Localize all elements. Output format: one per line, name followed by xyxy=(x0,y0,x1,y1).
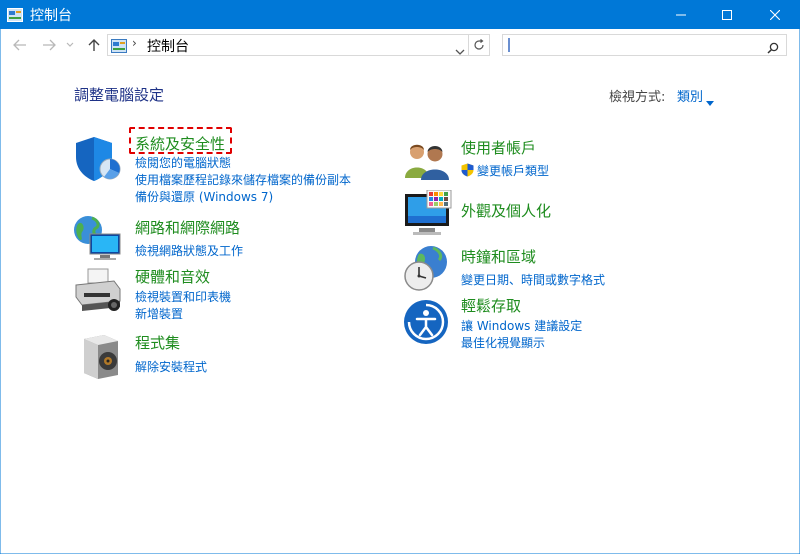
category-network-internet[interactable]: 網路和網際網路 xyxy=(135,217,240,238)
address-bar[interactable]: › 控制台 xyxy=(107,34,469,56)
window-title: 控制台 xyxy=(30,8,72,24)
search-icon[interactable] xyxy=(767,39,779,58)
maximize-button[interactable] xyxy=(704,0,750,29)
printer-icon[interactable] xyxy=(74,267,124,321)
link-uninstall-program[interactable]: 解除安裝程式 xyxy=(135,358,207,375)
up-arrow-icon xyxy=(88,39,100,51)
back-button[interactable] xyxy=(11,37,29,53)
forward-button[interactable] xyxy=(40,37,58,53)
breadcrumb-separator[interactable]: › xyxy=(132,36,137,50)
link-change-date-time-format[interactable]: 變更日期、時間或數字格式 xyxy=(461,271,605,288)
control-panel-icon xyxy=(111,38,127,53)
uac-shield-icon xyxy=(461,162,474,181)
category-hardware-sound[interactable]: 硬體和音效 xyxy=(135,266,210,287)
link-change-account-type[interactable]: 變更帳戶類型 xyxy=(477,162,549,179)
category-ease-of-access[interactable]: 輕鬆存取 xyxy=(461,295,521,316)
chevron-down-icon xyxy=(455,49,465,55)
text-caret xyxy=(508,38,510,52)
category-appearance-personalization[interactable]: 外觀及個人化 xyxy=(461,200,551,221)
control-panel-icon xyxy=(7,7,23,22)
link-let-windows-suggest[interactable]: 讓 Windows 建議設定 xyxy=(461,317,582,334)
view-by-label: 檢視方式: xyxy=(609,90,666,105)
view-by-dropdown[interactable]: 類別 xyxy=(677,86,703,105)
recent-locations-button[interactable] xyxy=(64,37,76,53)
page-title: 調整電腦設定 xyxy=(74,86,165,104)
link-devices-printers[interactable]: 檢視裝置和印表機 xyxy=(135,288,231,305)
maximize-icon xyxy=(722,9,732,20)
ease-of-access-icon[interactable] xyxy=(403,299,449,349)
clock-globe-icon[interactable] xyxy=(403,244,451,296)
minimize-icon xyxy=(676,14,686,15)
link-file-history-backup[interactable]: 使用檔案歷程記錄來儲存檔案的備份副本 xyxy=(135,171,351,188)
title-bar: 控制台 xyxy=(0,0,800,29)
address-dropdown-button[interactable] xyxy=(455,41,465,60)
programs-icon[interactable] xyxy=(82,333,120,383)
security-shield-icon[interactable] xyxy=(74,135,122,187)
up-button[interactable] xyxy=(85,37,103,53)
category-system-security[interactable]: 系統及安全性 xyxy=(135,133,225,154)
appearance-icon[interactable] xyxy=(403,189,453,242)
link-backup-restore[interactable]: 備份與還原 (Windows 7) xyxy=(135,188,273,205)
category-user-accounts[interactable]: 使用者帳戶 xyxy=(461,137,536,158)
network-globe-icon[interactable] xyxy=(72,214,122,266)
window-border-left xyxy=(0,29,1,554)
category-programs[interactable]: 程式集 xyxy=(135,332,180,353)
category-clock-region[interactable]: 時鐘和區域 xyxy=(461,246,536,267)
refresh-button[interactable] xyxy=(468,34,490,56)
link-add-device[interactable]: 新增裝置 xyxy=(135,305,183,322)
link-optimize-visual-display[interactable]: 最佳化視覺顯示 xyxy=(461,334,545,351)
minimize-button[interactable] xyxy=(658,0,704,29)
close-icon xyxy=(770,9,780,20)
user-accounts-icon[interactable] xyxy=(403,140,451,184)
link-network-status[interactable]: 檢視網路狀態及工作 xyxy=(135,242,243,259)
chevron-down-icon[interactable] xyxy=(706,91,714,110)
back-arrow-icon xyxy=(13,39,26,51)
search-input[interactable] xyxy=(502,34,787,56)
link-review-computer-status[interactable]: 檢閱您的電腦狀態 xyxy=(135,154,231,171)
chevron-down-icon xyxy=(66,42,74,47)
close-button[interactable] xyxy=(752,0,798,29)
refresh-icon xyxy=(473,39,484,50)
breadcrumb-control-panel[interactable]: 控制台 xyxy=(147,36,189,56)
forward-arrow-icon xyxy=(43,39,56,51)
